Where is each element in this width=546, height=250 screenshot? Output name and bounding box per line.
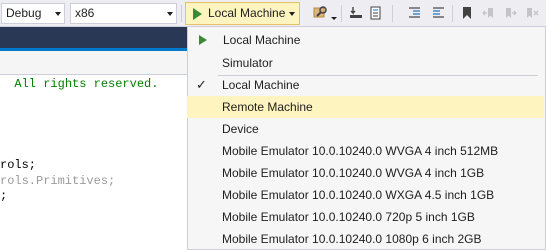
toolbar-separator [452, 5, 453, 22]
debug-target-list: Simulator ✓ Local Machine Remote Machine… [187, 26, 546, 250]
play-icon [193, 8, 202, 20]
menu-item-label: Remote Machine [222, 100, 313, 114]
clear-bookmarks-icon [524, 5, 540, 21]
solution-configuration-combo[interactable]: Debug [1, 3, 65, 24]
menu-item-label: Mobile Emulator 10.0.10240.0 720p 5 inch… [222, 210, 475, 224]
menu-item-emulator-1080p-2gb[interactable]: Mobile Emulator 10.0.10240.0 1080p 6 inc… [187, 228, 544, 250]
menu-item-emulator-wvga-512mb[interactable]: Mobile Emulator 10.0.10240.0 WVGA 4 inch… [187, 140, 544, 162]
menu-item-label: Simulator [222, 56, 273, 70]
code-line: rols.Primitives; [0, 173, 115, 189]
code-text: rols; [0, 158, 37, 172]
code-line: rols; [0, 157, 36, 173]
solution-configuration-value: Debug [6, 6, 42, 20]
chevron-down-icon [167, 12, 173, 16]
find-in-files-icon[interactable] [312, 5, 328, 21]
menu-item-local-machine[interactable]: ✓ Local Machine [187, 74, 544, 96]
bookmark-icon[interactable] [459, 5, 475, 21]
step-into-icon[interactable] [348, 5, 364, 21]
next-bookmark-icon [502, 5, 518, 21]
code-editor[interactable]: All rights reserved. rols; rols.Primitiv… [0, 75, 188, 250]
menu-item-label: Mobile Emulator 10.0.10240.0 WVGA 4 inch… [222, 166, 485, 180]
menu-item-label: Local Machine [222, 78, 300, 92]
code-line: ; [0, 188, 7, 204]
navigation-bar [0, 51, 188, 75]
indent-icon[interactable] [406, 5, 422, 21]
outdent-icon[interactable] [430, 5, 446, 21]
menu-item-label: Mobile Emulator 10.0.10240.0 WVGA 4 inch… [222, 144, 499, 158]
menu-item-device[interactable]: Device [187, 118, 544, 140]
menu-item-emulator-wxga-1gb[interactable]: Mobile Emulator 10.0.10240.0 WXGA 4.5 in… [187, 184, 544, 206]
menu-item-emulator-wvga-1gb[interactable]: Mobile Emulator 10.0.10240.0 WVGA 4 inch… [187, 162, 544, 184]
solution-platform-value: x86 [75, 6, 95, 20]
menu-item-simulator[interactable]: Simulator [187, 52, 544, 74]
checkmark-icon: ✓ [196, 77, 207, 92]
start-debugging-button[interactable]: Local Machine [185, 2, 300, 25]
menu-item-emulator-720p-1gb[interactable]: Mobile Emulator 10.0.10240.0 720p 5 inch… [187, 206, 544, 228]
toolbar-separator [392, 5, 393, 22]
document-tab-strip [0, 27, 188, 51]
toolbar-separator [181, 5, 182, 22]
code-line-comment: All rights reserved. [0, 76, 158, 92]
solution-platform-combo[interactable]: x86 [70, 3, 177, 24]
code-text: All rights reserved. [14, 77, 159, 91]
toolbar-separator [341, 5, 342, 22]
chevron-down-icon[interactable] [289, 12, 295, 16]
toolbar: Debug x86 Local Machine [0, 0, 546, 27]
solution-explorer-icon[interactable] [368, 5, 384, 21]
menu-item-label: Mobile Emulator 10.0.10240.0 WXGA 4.5 in… [222, 188, 495, 202]
menu-item-label: Device [222, 122, 259, 136]
code-text: rols.Primitives; [0, 174, 116, 188]
previous-bookmark-icon [481, 5, 497, 21]
chevron-down-icon[interactable] [330, 5, 338, 21]
start-debugging-label: Local Machine [208, 6, 286, 20]
menu-item-label: Mobile Emulator 10.0.10240.0 1080p 6 inc… [222, 232, 482, 246]
code-text: ; [0, 189, 8, 203]
chevron-down-icon [55, 12, 61, 16]
menu-item-remote-machine[interactable]: Remote Machine [187, 96, 544, 118]
